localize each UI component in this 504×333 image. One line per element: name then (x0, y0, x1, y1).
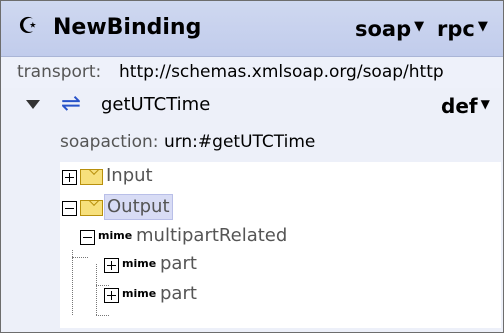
dropdown-arrow-icon: ▼ (414, 19, 425, 34)
soapaction-label: soapaction: (60, 132, 159, 152)
binding-style-value: soap (355, 17, 412, 41)
collapse-triangle-icon[interactable] (26, 100, 40, 109)
binding-protocol-dropdown[interactable]: rpc ▼ (437, 17, 488, 45)
dropdown-arrow-icon: ▼ (480, 97, 490, 111)
envelope-icon (80, 169, 103, 185)
part-label: part (160, 283, 197, 304)
expand-icon[interactable] (104, 288, 119, 303)
output-label: Output (104, 194, 173, 220)
soapaction-value[interactable]: urn:#getUTCTime (164, 132, 315, 152)
dropdown-arrow-icon: ▼ (477, 19, 488, 34)
expand-icon[interactable] (104, 258, 119, 273)
binding-header: ☪ NewBinding soap ▼ rpc ▼ transport: http:… (1, 1, 503, 88)
collapse-icon[interactable] (62, 201, 77, 216)
binding-panel: ☪ NewBinding soap ▼ rpc ▼ transport: http:… (0, 0, 504, 333)
expand-icon[interactable] (62, 170, 77, 185)
multipart-label: multipartRelated (136, 225, 288, 246)
mime-prefix: mime (98, 229, 133, 242)
part-label: part (160, 253, 197, 274)
collapse-icon[interactable] (80, 230, 95, 245)
tree-connector (72, 257, 88, 258)
transport-row: transport: http://schemas.xmlsoap.org/so… (1, 56, 503, 88)
message-tree: Input Output mime multipartRelated mime … (60, 162, 501, 328)
tree-connector (96, 315, 109, 316)
binding-style-dropdown[interactable]: soap ▼ (355, 17, 424, 45)
mime-prefix: mime (122, 257, 157, 270)
mime-prefix: mime (122, 287, 157, 300)
transport-label: transport: (17, 62, 102, 82)
binding-protocol-value: rpc (437, 17, 475, 41)
input-label: Input (106, 165, 153, 186)
envelope-icon (80, 200, 103, 216)
transport-value[interactable]: http://schemas.xmlsoap.org/soap/http (119, 62, 444, 82)
operation-use-dropdown[interactable]: def ▼ (441, 94, 490, 118)
binding-icon: ☪ (18, 14, 38, 39)
tree-connector (72, 250, 73, 315)
operation-name[interactable]: getUTCTime (101, 94, 210, 115)
binding-name[interactable]: NewBinding (53, 15, 201, 41)
operation-icon: ⇌ (61, 89, 82, 117)
soapaction-row: soapaction: urn:#getUTCTime (60, 132, 315, 152)
operation-use-value: def (441, 94, 478, 118)
operation-section: ⇌ getUTCTime def ▼ soapaction: urn:#getUT… (1, 88, 503, 332)
tree-connector (96, 264, 97, 315)
tree-connector (96, 285, 109, 286)
